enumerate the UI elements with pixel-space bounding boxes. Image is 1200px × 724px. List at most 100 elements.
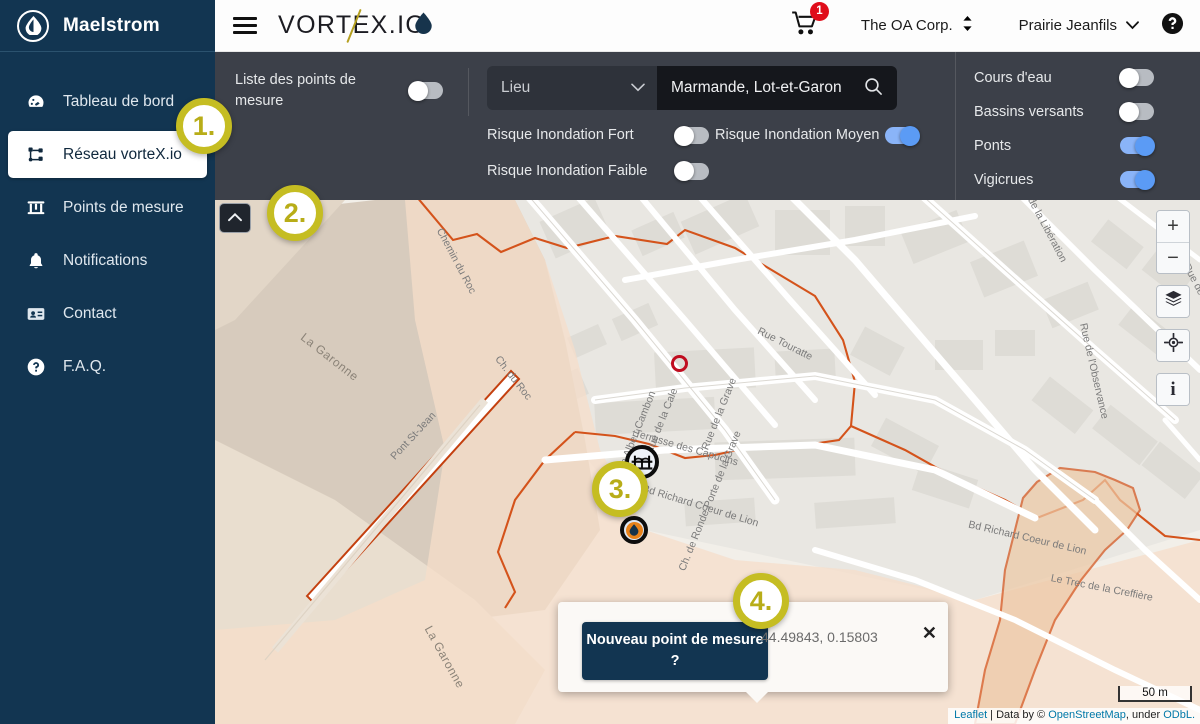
crosshair-icon [1163, 332, 1183, 358]
layer-row-cours-deau: Cours d'eau [974, 67, 1154, 88]
map-attribution: Leaflet | Data by © OpenStreetMap, under… [948, 708, 1200, 724]
locate-control-group [1156, 329, 1190, 362]
hamburger-icon[interactable] [233, 13, 257, 38]
risk-toggle-moyen[interactable] [885, 125, 920, 146]
layer-toggle-cours-deau[interactable] [1119, 67, 1154, 88]
callout-badge-1: 1. [176, 98, 232, 154]
sidebar-item-points-de-mesure[interactable]: Points de mesure [8, 184, 207, 231]
user-name: Prairie Jeanfils [1018, 17, 1117, 34]
popup-tip [746, 692, 768, 703]
attribution-sep2: , under [1125, 709, 1164, 721]
layers-button[interactable] [1157, 286, 1189, 317]
brand-name: Maelstrom [63, 14, 160, 36]
risk-toggles: Risque Inondation Fort Risque Inondation… [487, 125, 955, 182]
magnifier-icon[interactable] [864, 77, 883, 100]
sidebar-item-label: F.A.Q. [63, 357, 107, 375]
info-button[interactable]: i [1157, 374, 1189, 405]
filter-panel: Liste des points de mesure Lieu Marmande… [215, 52, 1200, 200]
filter-list-column: Liste des points de mesure [215, 52, 468, 200]
layer-toggle-vigicrues[interactable] [1120, 169, 1155, 190]
place-type-select[interactable]: Lieu [487, 66, 657, 110]
callout-badge-4: 4. [733, 573, 789, 629]
popup-coordinates: 44.49843, 0.15803 [761, 629, 878, 645]
water-drop-icon [415, 12, 433, 40]
topbar-right: 1 The OA Corp. Prairie Jeanfils [791, 1, 1200, 41]
red-point-marker[interactable] [671, 355, 688, 372]
layer-toggles-column: Cours d'eau Bassins versants Ponts Vigic… [955, 52, 1200, 200]
sidebar-item-contact[interactable]: Contact [8, 290, 207, 337]
risk-toggle-faible[interactable] [674, 161, 709, 182]
sidebar-item-label: Contact [63, 304, 117, 322]
circle-outline-icon [671, 355, 688, 372]
brand: Maelstrom [0, 0, 215, 52]
filter-search-column: Lieu Risque Inondation Fort [469, 52, 955, 200]
leaflet-link[interactable]: Leaflet [954, 709, 987, 721]
layers-icon [1164, 289, 1183, 314]
network-nodes-icon [25, 144, 47, 166]
sidebar-nav: Tableau de bord Réseau vorteX.io Points … [0, 52, 215, 390]
map-controls: + − i [1156, 210, 1190, 417]
list-toggle-label: Liste des points de mesure [235, 72, 356, 109]
zoom-out-button[interactable]: − [1157, 242, 1189, 273]
odbl-link[interactable]: ODbL. [1163, 709, 1195, 721]
sensor-marker[interactable] [620, 516, 648, 544]
layer-label: Ponts [974, 137, 1012, 154]
question-circle-icon[interactable] [1161, 12, 1184, 40]
dashboard-gauge-icon [25, 91, 47, 113]
bridge-icon [25, 197, 47, 219]
layer-toggle-bassins-versants[interactable] [1119, 101, 1154, 122]
sidebar-item-label: Réseau vorteX.io [63, 145, 182, 163]
bell-icon [25, 250, 47, 272]
contact-card-icon [25, 303, 47, 325]
cart-count-badge: 1 [809, 1, 829, 21]
sidebar-item-reseau-vortexio[interactable]: Réseau vorteX.io [8, 131, 207, 178]
close-icon[interactable]: ✕ [922, 624, 937, 642]
risk-toggle-fort[interactable] [674, 125, 709, 146]
map-canvas[interactable]: La Garonne La Garonne Chemin du Roc Ch. … [215, 200, 1200, 724]
locate-button[interactable] [1157, 330, 1189, 361]
sidebar-item-label: Notifications [63, 251, 148, 269]
layer-label: Bassins versants [974, 103, 1084, 120]
user-menu[interactable]: Prairie Jeanfils [1019, 17, 1139, 34]
callout-badge-3: 3. [592, 461, 648, 517]
question-mark-icon [25, 356, 47, 378]
layer-row-bassins-versants: Bassins versants [974, 101, 1154, 122]
map-scale: 50 m [1118, 686, 1192, 702]
main-area: VORTEX.IO 1 The OA Corp. [215, 0, 1200, 724]
water-drop-icon [17, 9, 49, 42]
zoom-in-button[interactable]: + [1157, 211, 1189, 242]
list-toggle[interactable] [408, 80, 443, 101]
list-toggle-row: Liste des points de mesure [235, 70, 468, 111]
attribution-sep: | Data by © [987, 709, 1049, 721]
chevron-down-icon [1126, 17, 1139, 34]
callout-badge-2: 2. [267, 185, 323, 241]
layers-control-group [1156, 285, 1190, 318]
shopping-cart-icon[interactable]: 1 [791, 1, 829, 41]
sidebar-item-faq[interactable]: F.A.Q. [8, 343, 207, 390]
risk-label: Risque Inondation Moyen [715, 127, 880, 143]
place-type-label: Lieu [501, 79, 531, 96]
layer-toggle-ponts[interactable] [1120, 135, 1155, 156]
layer-row-vigicrues: Vigicrues [974, 169, 1155, 190]
chevron-down-icon [631, 79, 645, 97]
sidebar-item-notifications[interactable]: Notifications [8, 237, 207, 284]
org-name: The OA Corp. [860, 17, 953, 34]
risk-label: Risque Inondation Faible [487, 162, 648, 179]
sensor-badge [620, 516, 648, 544]
chevron-up-icon [228, 209, 242, 227]
app-logo: VORTEX.IO [278, 8, 433, 44]
info-icon: i [1170, 378, 1176, 400]
info-control-group: i [1156, 373, 1190, 406]
new-measure-point-button[interactable]: Nouveau point de mesure ? [582, 622, 768, 680]
search-field[interactable] [657, 66, 897, 110]
search-input[interactable] [671, 79, 863, 97]
layer-label: Vigicrues [974, 171, 1034, 188]
layer-row-ponts: Ponts [974, 135, 1155, 156]
collapse-panel-button[interactable] [219, 203, 251, 233]
chevron-up-down-icon [962, 15, 973, 36]
topbar: VORTEX.IO 1 The OA Corp. [215, 0, 1200, 52]
layer-label: Cours d'eau [974, 69, 1052, 86]
org-selector[interactable]: The OA Corp. [861, 15, 973, 36]
app-root: Maelstrom Tableau de bord Réseau vorteX.… [0, 0, 1200, 724]
osm-link[interactable]: OpenStreetMap [1048, 709, 1126, 721]
